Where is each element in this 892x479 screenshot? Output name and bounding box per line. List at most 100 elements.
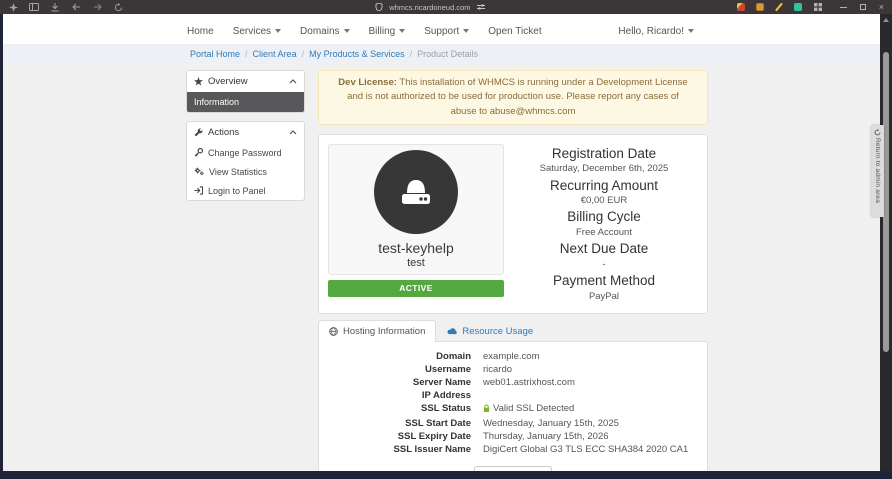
- sidebar-item-login-to-panel[interactable]: Login to Panel: [187, 181, 304, 200]
- url-text[interactable]: whmcs.ricardoneud.com: [389, 3, 470, 12]
- tune-icon[interactable]: [476, 2, 486, 12]
- status-badge: ACTIVE: [328, 280, 504, 297]
- extension-icon-4[interactable]: [794, 3, 802, 11]
- chevron-down-icon: [275, 29, 281, 33]
- breadcrumb-separator: /: [410, 49, 413, 59]
- chevron-down-icon: [463, 29, 469, 33]
- nav-item-services[interactable]: Services: [233, 26, 281, 37]
- hosting-information-panel: Domainexample.com Usernamericardo Server…: [318, 341, 708, 479]
- forward-icon[interactable]: [92, 2, 102, 12]
- grid-menu-icon[interactable]: [813, 2, 823, 12]
- nav-label: Domains: [300, 26, 339, 37]
- wrench-icon: [194, 128, 203, 137]
- overview-panel: Overview Information: [186, 70, 305, 113]
- window-bottom-frame: [0, 471, 892, 479]
- main-content: Dev License: This installation of WHMCS …: [318, 70, 708, 479]
- refresh-icon: [874, 129, 881, 136]
- row-value: DigiCert Global G3 TLS ECC SHA384 2020 C…: [471, 443, 707, 456]
- scrollbar-track[interactable]: [880, 14, 892, 479]
- breadcrumb-separator: /: [302, 49, 305, 59]
- actions-panel-header[interactable]: Actions: [187, 122, 304, 143]
- sidebar-toggle-icon[interactable]: [29, 2, 39, 12]
- restore-button[interactable]: [860, 4, 866, 10]
- extension-icon-3[interactable]: [775, 3, 783, 11]
- address-bar[interactable]: whmcs.ricardoneud.com: [374, 2, 485, 12]
- breadcrumb-current: Product Details: [417, 49, 478, 59]
- nav-item-billing[interactable]: Billing: [369, 26, 406, 37]
- hosting-info-table: Domainexample.com Usernamericardo Server…: [319, 350, 707, 456]
- reload-icon[interactable]: [113, 2, 123, 12]
- star-icon: [194, 77, 203, 86]
- actions-title: Actions: [208, 127, 239, 138]
- chevron-down-icon: [344, 29, 350, 33]
- row-value: example.com: [471, 350, 707, 363]
- overview-panel-header[interactable]: Overview: [187, 71, 304, 92]
- dev-license-alert: Dev License: This installation of WHMCS …: [318, 70, 708, 125]
- detail-heading: Registration Date: [510, 145, 698, 163]
- browser-logo-icon[interactable]: [8, 2, 18, 12]
- table-row: IP Address: [319, 389, 707, 402]
- sidebar-item-change-password[interactable]: Change Password: [187, 143, 304, 162]
- sidebar-item-view-statistics[interactable]: View Statistics: [187, 162, 304, 181]
- action-label: View Statistics: [209, 167, 267, 177]
- extension-icon-1[interactable]: [737, 3, 745, 11]
- extension-icon-2[interactable]: [756, 3, 764, 11]
- detail-heading: Payment Method: [510, 272, 698, 290]
- nav-item-domains[interactable]: Domains: [300, 26, 349, 37]
- detail-value: Free Account: [510, 226, 698, 239]
- tab-label: Resource Usage: [462, 326, 533, 337]
- minimize-button[interactable]: [840, 7, 847, 8]
- window-controls: ×: [840, 3, 884, 12]
- nav-label: Billing: [369, 26, 396, 37]
- breadcrumb-my-products[interactable]: My Products & Services: [309, 49, 405, 59]
- row-value: [471, 389, 707, 402]
- scrollbar-up-arrow[interactable]: [883, 18, 889, 22]
- breadcrumb-portal-home[interactable]: Portal Home: [190, 49, 240, 59]
- row-value: Valid SSL Detected: [471, 402, 707, 417]
- tab-resource-usage[interactable]: Resource Usage: [436, 320, 544, 342]
- nav-item-support[interactable]: Support: [424, 26, 469, 37]
- back-icon[interactable]: [71, 2, 81, 12]
- nav-menu: Home Services Domains Billing Support Op…: [187, 26, 542, 37]
- breadcrumb-client-area[interactable]: Client Area: [253, 49, 297, 59]
- product-details: Registration Date Saturday, December 6th…: [510, 144, 698, 304]
- detail-value: €0,00 EUR: [510, 194, 698, 207]
- sidebar: Overview Information Actions Change Pass…: [186, 70, 305, 479]
- tab-hosting-information[interactable]: Hosting Information: [318, 320, 436, 342]
- row-label: SSL Expiry Date: [319, 430, 471, 443]
- key-icon: [194, 148, 203, 157]
- close-button[interactable]: ×: [879, 3, 884, 12]
- nav-label: Support: [424, 26, 459, 37]
- detail-value: PayPal: [510, 290, 698, 303]
- cloud-icon: [447, 327, 457, 335]
- table-row: Domainexample.com: [319, 350, 707, 363]
- server-drive-icon: [396, 177, 436, 207]
- table-row: SSL Issuer NameDigiCert Global G3 TLS EC…: [319, 443, 707, 456]
- product-icon-circle: [374, 150, 458, 234]
- product-summary: test-keyhelp test ACTIVE: [328, 144, 504, 304]
- downloads-icon[interactable]: [50, 2, 60, 12]
- row-label: SSL Start Date: [319, 417, 471, 430]
- table-row: SSL Status Valid SSL Detected: [319, 402, 707, 417]
- tabs: Hosting Information Resource Usage: [318, 320, 708, 342]
- action-label: Change Password: [208, 148, 282, 158]
- user-account-menu[interactable]: Hello, Ricardo!: [618, 26, 694, 37]
- action-label: Login to Panel: [208, 186, 266, 196]
- site-security-icon[interactable]: [374, 2, 384, 12]
- return-to-admin-label: Return to admin area: [874, 138, 881, 203]
- breadcrumb-separator: /: [245, 49, 248, 59]
- nav-item-open-ticket[interactable]: Open Ticket: [488, 26, 541, 37]
- breadcrumb: Portal Home / Client Area / My Products …: [3, 44, 892, 63]
- chevron-up-icon[interactable]: [289, 130, 297, 135]
- detail-value: -: [510, 258, 698, 271]
- chevron-up-icon[interactable]: [289, 79, 297, 84]
- row-label: SSL Status: [319, 402, 471, 417]
- return-to-admin-tab[interactable]: Return to admin area: [871, 125, 884, 217]
- nav-item-home[interactable]: Home: [187, 26, 214, 37]
- sidebar-item-information[interactable]: Information: [187, 92, 304, 112]
- overview-title: Overview: [208, 76, 248, 87]
- actions-panel: Actions Change Password View Statistics …: [186, 121, 305, 201]
- primary-navbar: Home Services Domains Billing Support Op…: [3, 14, 892, 44]
- row-label: Server Name: [319, 376, 471, 389]
- table-row: Usernamericardo: [319, 363, 707, 376]
